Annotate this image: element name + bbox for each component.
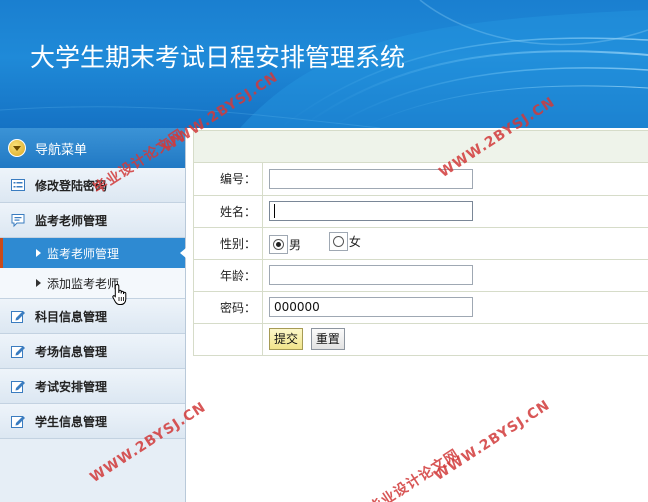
submenu-item-label: 监考老师管理 — [47, 246, 120, 261]
sidebar-item-proctor-management[interactable]: 监考老师管理 — [0, 203, 185, 238]
caret-right-icon — [36, 279, 41, 287]
chat-icon — [10, 212, 26, 228]
hand-cursor-icon — [112, 283, 127, 305]
app-title: 大学生期末考试日程安排管理系统 — [30, 43, 406, 72]
form-row-id: 编号： — [193, 163, 648, 196]
caret-right-icon — [36, 249, 41, 257]
password-label: 密码： — [193, 290, 263, 324]
form-row-actions: 提交 重置 — [193, 322, 648, 356]
age-input[interactable] — [269, 265, 473, 285]
gender-option-male[interactable]: 男 — [269, 235, 301, 254]
form-header-bar — [193, 130, 648, 163]
gender-option-label: 女 — [348, 235, 361, 249]
edit-icon — [10, 308, 26, 324]
sidebar-item-label: 学生信息管理 — [35, 414, 108, 429]
submenu-item-label: 添加监考老师 — [47, 276, 120, 291]
submenu-proctor: 监考老师管理 添加监考老师 — [0, 238, 186, 299]
sidebar-item-exam-schedule-management[interactable]: 考试安排管理 — [0, 369, 185, 404]
edit-icon — [10, 413, 26, 429]
submenu-item-add-proctor[interactable]: 添加监考老师 — [0, 268, 185, 298]
submit-button[interactable]: 提交 — [269, 328, 304, 350]
age-label: 年龄： — [193, 258, 263, 292]
gender-option-label: 男 — [289, 238, 302, 252]
submenu-item-proctor-management[interactable]: 监考老师管理 — [0, 238, 186, 268]
id-label: 编号： — [193, 163, 263, 196]
text-caret — [274, 204, 275, 218]
sidebar-item-subject-management[interactable]: 科目信息管理 — [0, 299, 185, 334]
edit-icon — [10, 343, 26, 359]
form-row-password: 密码： 000000 — [193, 290, 648, 324]
watermark-text: WWW.2BYSJ.CN — [431, 397, 554, 484]
radio-female[interactable] — [332, 236, 344, 247]
name-label: 姓名： — [193, 194, 263, 228]
gender-label: 性别： — [193, 226, 263, 260]
chevron-down-icon — [8, 139, 26, 157]
list-icon — [10, 177, 26, 193]
name-input[interactable] — [269, 201, 473, 221]
sidebar-item-label: 考场信息管理 — [35, 344, 108, 359]
sidebar-item-label: 监考老师管理 — [35, 213, 108, 228]
sidebar-item-exam-room-management[interactable]: 考场信息管理 — [0, 334, 185, 369]
nav-menu-header-label: 导航菜单 — [35, 142, 88, 158]
main-content: 编号： 姓名： 性别： 男 女 年龄： 密码： 000000 提交 重置 — [193, 130, 648, 356]
sidebar-item-label: 考试安排管理 — [35, 379, 108, 394]
radio-male[interactable] — [273, 239, 284, 250]
sidebar-item-label: 科目信息管理 — [35, 309, 108, 324]
reset-button[interactable]: 重置 — [310, 328, 345, 350]
edit-icon — [10, 378, 26, 394]
password-input[interactable]: 000000 — [269, 297, 473, 317]
gender-option-female[interactable]: 女 — [328, 232, 361, 251]
form-row-age: 年龄： — [193, 258, 648, 292]
form-row-gender: 性别： 男 女 — [193, 226, 648, 260]
form-row-name: 姓名： — [193, 194, 648, 228]
proctor-form: 编号： 姓名： 性别： 男 女 年龄： 密码： 000000 提交 重置 — [193, 163, 648, 356]
